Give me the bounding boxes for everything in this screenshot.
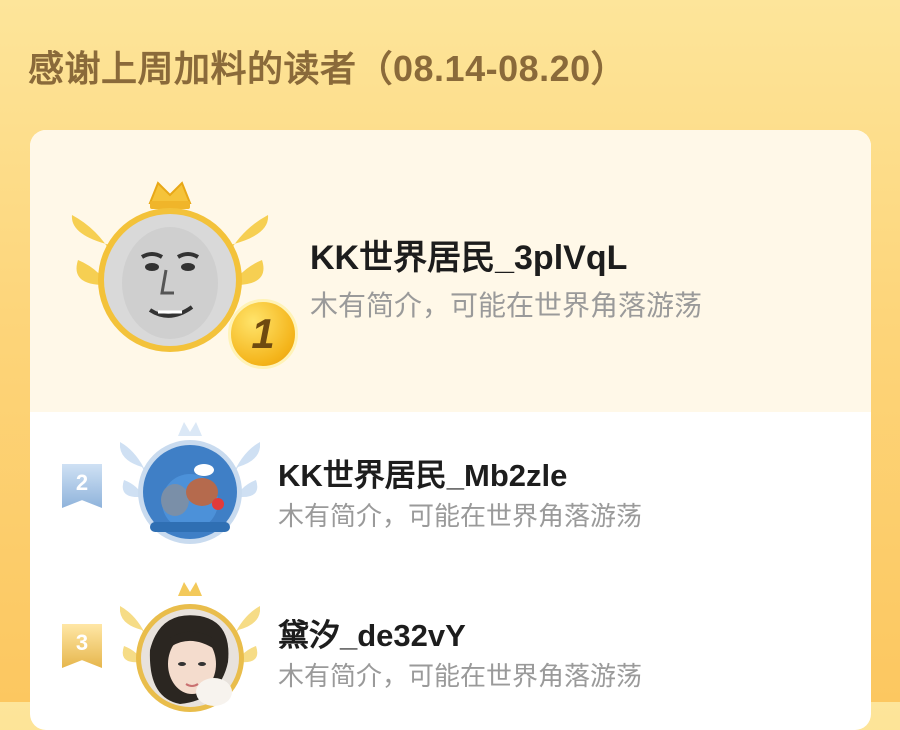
avatar-frame-bronze[interactable]: [120, 580, 260, 720]
rank-medal-icon: 1: [228, 299, 298, 369]
laurel-wings-icon: [120, 582, 260, 712]
avatar-frame-gold[interactable]: 1: [70, 175, 298, 369]
leaderboard-item-3[interactable]: 3 黛汐_de32vY 木有简介，可能在世界角落游荡: [30, 572, 871, 712]
leaderboard-card: 1 KK世界居民_3plVqL 木有简介，可能在世界角落游荡 2 KK世界居民_…: [30, 130, 871, 730]
leaderboard-item-2[interactable]: 2 KK世界居民_Mb2zle 木有简介，可能在世界角落游荡: [30, 412, 871, 552]
laurel-wings-icon: [120, 422, 260, 544]
rank-ribbon-icon: 3: [62, 624, 102, 668]
leaderboard-item-1[interactable]: 1 KK世界居民_3plVqL 木有简介，可能在世界角落游荡: [30, 170, 871, 370]
reader-bio: 木有简介，可能在世界角落游荡: [278, 661, 643, 691]
reader-name[interactable]: KK世界居民_3plVqL: [310, 230, 627, 279]
crown-icon: [148, 181, 192, 209]
reader-bio: 木有简介，可能在世界角落游荡: [310, 290, 703, 321]
avatar-frame-silver[interactable]: [120, 422, 260, 552]
reader-name[interactable]: KK世界居民_Mb2zle: [278, 450, 567, 495]
page-title: 感谢上周加料的读者（08.14-08.20）: [28, 48, 628, 89]
rank-ribbon-icon: 2: [62, 464, 102, 508]
reader-name[interactable]: 黛汐_de32vY: [278, 610, 466, 655]
reader-bio: 木有简介，可能在世界角落游荡: [278, 501, 643, 531]
